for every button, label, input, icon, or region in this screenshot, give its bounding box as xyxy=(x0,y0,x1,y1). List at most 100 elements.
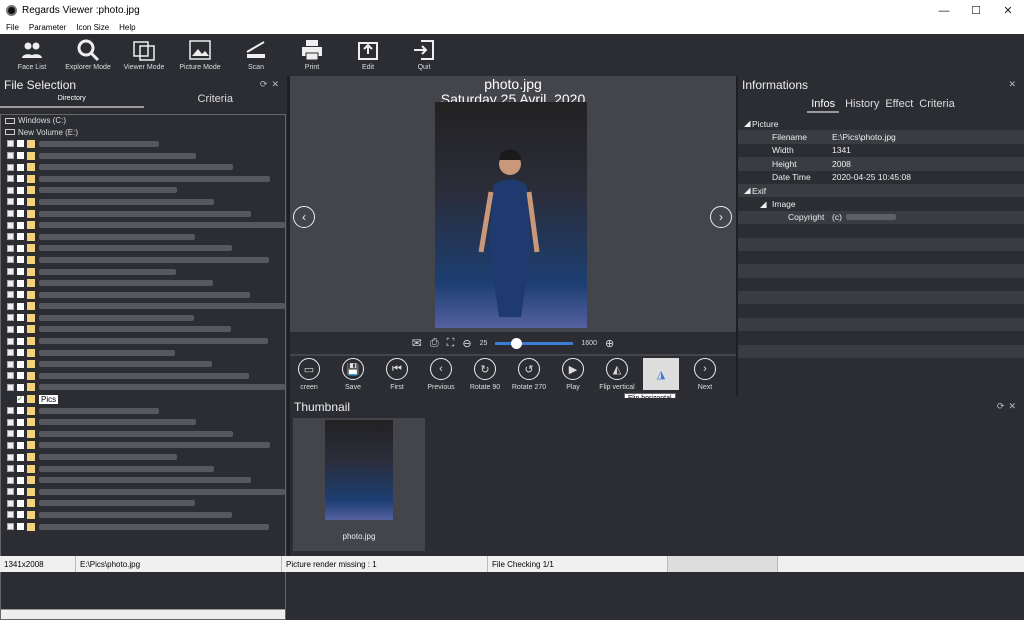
action-play-button[interactable]: ▶ Play xyxy=(554,356,592,391)
expand-icon[interactable] xyxy=(7,268,14,276)
folder-item[interactable] xyxy=(1,138,285,150)
folder-item[interactable] xyxy=(1,405,285,417)
checkbox[interactable] xyxy=(17,198,24,206)
action-previous-button[interactable]: ‹ Previous xyxy=(422,356,460,391)
checkbox[interactable] xyxy=(17,476,24,484)
drive-e[interactable]: New Volume (E:) xyxy=(1,127,285,139)
menu-icon-size[interactable]: Icon Size xyxy=(76,23,109,32)
expand-icon[interactable] xyxy=(7,198,14,206)
fit-screen-icon[interactable]: ⛶ xyxy=(447,337,455,350)
expand-icon[interactable] xyxy=(7,383,14,391)
tab-infos[interactable]: Infos xyxy=(807,98,840,113)
scan-button[interactable]: Scan xyxy=(228,34,284,76)
expand-icon[interactable] xyxy=(7,244,14,252)
folder-item[interactable] xyxy=(1,161,285,173)
folder-item[interactable] xyxy=(1,498,285,510)
panel-controls[interactable]: ⟳✕ xyxy=(997,401,1020,412)
check-icon[interactable]: ✓ xyxy=(17,395,24,403)
section-picture[interactable]: ◢ Picture xyxy=(738,117,1024,130)
checkbox[interactable] xyxy=(17,325,24,333)
folder-item[interactable] xyxy=(1,440,285,452)
expand-icon[interactable] xyxy=(7,210,14,218)
expand-icon[interactable] xyxy=(7,349,14,357)
horizontal-scrollbar[interactable] xyxy=(1,609,285,619)
checkbox[interactable] xyxy=(17,186,24,194)
folder-item[interactable] xyxy=(1,312,285,324)
checkbox[interactable] xyxy=(17,175,24,183)
zoom-out-icon[interactable]: ⊖ xyxy=(462,337,471,350)
previous-image-button[interactable]: ‹ xyxy=(293,206,315,228)
print-button[interactable]: Print xyxy=(284,34,340,76)
folder-item[interactable] xyxy=(1,301,285,313)
expand-icon[interactable] xyxy=(7,430,14,438)
expand-icon[interactable] xyxy=(7,221,14,229)
checkbox[interactable] xyxy=(17,488,24,496)
checkbox[interactable] xyxy=(17,407,24,415)
checkbox[interactable] xyxy=(17,221,24,229)
expand-icon[interactable] xyxy=(7,523,14,531)
picture-mode-button[interactable]: Picture Mode xyxy=(172,34,228,76)
expand-icon[interactable] xyxy=(7,511,14,519)
checkbox[interactable] xyxy=(17,291,24,299)
folder-item[interactable] xyxy=(1,463,285,475)
action-creen-button[interactable]: ▭ creen xyxy=(290,356,328,391)
expand-icon[interactable] xyxy=(7,291,14,299)
folder-item[interactable] xyxy=(1,370,285,382)
folder-item[interactable] xyxy=(1,521,285,533)
folder-item[interactable] xyxy=(1,335,285,347)
folder-item[interactable] xyxy=(1,219,285,231)
expand-icon[interactable] xyxy=(7,453,14,461)
expand-icon[interactable] xyxy=(7,279,14,287)
folder-item[interactable] xyxy=(1,347,285,359)
checkbox[interactable] xyxy=(17,453,24,461)
expand-icon[interactable] xyxy=(7,465,14,473)
expand-icon[interactable] xyxy=(7,476,14,484)
checkbox[interactable] xyxy=(17,256,24,264)
folder-item[interactable] xyxy=(1,382,285,394)
checkbox[interactable] xyxy=(17,360,24,368)
folder-item[interactable] xyxy=(1,150,285,162)
tab-directory[interactable]: Directory xyxy=(0,93,144,108)
expand-icon[interactable] xyxy=(7,325,14,333)
expand-icon[interactable] xyxy=(7,186,14,194)
drive-c[interactable]: Windows (C:) xyxy=(1,115,285,127)
menu-help[interactable]: Help xyxy=(119,23,135,32)
next-image-button[interactable]: › xyxy=(710,206,732,228)
folder-item[interactable] xyxy=(1,416,285,428)
checkbox[interactable] xyxy=(17,244,24,252)
checkbox[interactable] xyxy=(17,511,24,519)
zoom-in-icon[interactable]: ⊕ xyxy=(605,337,614,350)
folder-item[interactable] xyxy=(1,266,285,278)
folder-item[interactable] xyxy=(1,358,285,370)
folder-item[interactable] xyxy=(1,208,285,220)
quit-button[interactable]: Quit xyxy=(396,34,452,76)
expand-icon[interactable] xyxy=(7,407,14,415)
close-icon[interactable]: ✕ xyxy=(1008,79,1020,90)
checkbox[interactable] xyxy=(17,499,24,507)
folder-item[interactable] xyxy=(1,474,285,486)
checkbox[interactable] xyxy=(17,233,24,241)
checkbox[interactable] xyxy=(17,314,24,322)
checkbox[interactable] xyxy=(17,163,24,171)
tab-history[interactable]: History xyxy=(845,98,879,113)
printer-icon[interactable]: ⎙ xyxy=(430,337,439,350)
folder-item[interactable] xyxy=(1,486,285,498)
folder-item[interactable] xyxy=(1,428,285,440)
expand-icon[interactable] xyxy=(7,256,14,264)
expand-icon[interactable] xyxy=(7,175,14,183)
folder-item[interactable] xyxy=(1,185,285,197)
checkbox[interactable] xyxy=(17,523,24,531)
explorer-mode-button[interactable]: Explorer Mode xyxy=(60,34,116,76)
menu-parameter[interactable]: Parameter xyxy=(29,23,66,32)
directory-tree[interactable]: Windows (C:) New Volume (E:) ✓ Pics xyxy=(0,114,286,620)
action-rotate-90-button[interactable]: ↻ Rotate 90 xyxy=(466,356,504,391)
action-flip-vertical-button[interactable]: ◭ Flip vertical xyxy=(598,356,636,391)
section-exif[interactable]: ◢ Exif xyxy=(738,183,1024,198)
folder-item[interactable] xyxy=(1,173,285,185)
expand-icon[interactable] xyxy=(7,418,14,426)
checkbox[interactable] xyxy=(17,140,24,148)
checkbox[interactable] xyxy=(17,337,24,345)
thumbnail-item[interactable]: photo.jpg xyxy=(293,418,425,551)
checkbox[interactable] xyxy=(17,430,24,438)
checkbox[interactable] xyxy=(17,383,24,391)
